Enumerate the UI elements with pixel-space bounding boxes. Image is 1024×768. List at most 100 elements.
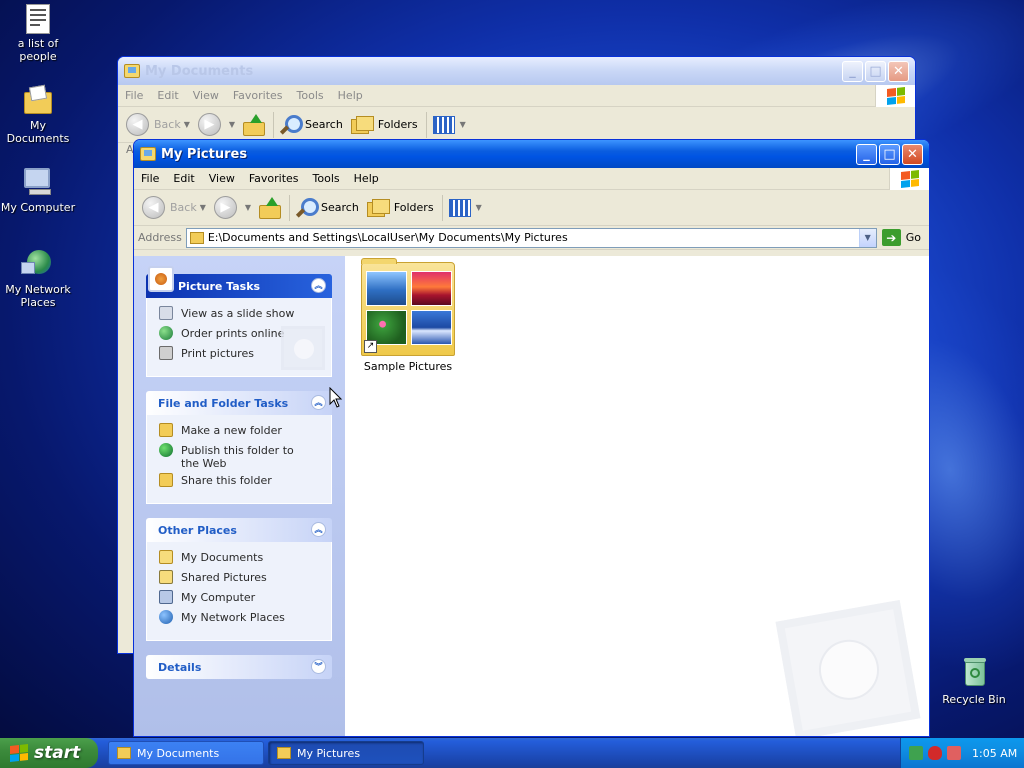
desktop-icon-label: My Computer [0,201,76,214]
up-folder-icon[interactable] [243,113,266,136]
mouse-cursor-icon [329,387,343,408]
menu-edit[interactable]: Edit [150,89,185,102]
picture-tasks-body: View as a slide show Order prints online… [146,298,332,377]
desktop-icon-label: My Network Places [5,283,71,309]
file-list-area[interactable]: ↗ Sample Pictures [345,256,929,736]
search-label: Search [305,118,343,131]
forward-button[interactable]: ▶ ▼ [213,196,251,219]
collapse-chevron-icon[interactable]: ︽ [311,395,326,410]
file-folder-tasks-header[interactable]: File and Folder Tasks ︽ [146,391,332,415]
maximize-button[interactable]: □ [865,60,886,82]
menu-help[interactable]: Help [331,89,370,102]
start-button[interactable]: start [0,738,98,768]
folders-button[interactable]: Folders [350,115,418,134]
folders-label: Folders [393,201,434,214]
picture-tasks-title: Picture Tasks [178,279,261,293]
menu-view[interactable]: View [202,172,242,185]
back-button[interactable]: ◀ Back ▼ [126,113,190,136]
taskbar-item-label: My Documents [137,746,220,760]
up-folder-icon[interactable] [259,196,282,219]
menu-tools[interactable]: Tools [306,172,347,185]
desktop-icon-my-computer[interactable]: My Computer [0,166,76,214]
place-label: Shared Pictures [181,571,267,584]
address-dropdown-button[interactable]: ▼ [858,228,876,247]
desktop-icon-recycle-bin[interactable]: Recycle Bin [936,658,1012,706]
maximize-button[interactable]: □ [879,143,900,165]
folder-item-sample-pictures[interactable]: ↗ Sample Pictures [361,258,455,373]
safely-remove-hardware-icon[interactable] [947,746,961,760]
menu-tools[interactable]: Tools [290,89,331,102]
back-button[interactable]: ◀ Back ▼ [142,196,206,219]
place-label: My Network Places [181,611,285,624]
place-my-documents[interactable]: My Documents [159,550,321,570]
forward-button[interactable]: ▶ ▼ [197,113,235,136]
details-panel: Details ︾ [146,655,332,679]
security-shield-icon[interactable] [928,746,942,760]
desktop-icon-a-list-of-people[interactable]: a list of people [0,4,76,63]
place-my-network-places[interactable]: My Network Places [159,610,321,630]
file-folder-tasks-panel: File and Folder Tasks ︽ Make a new folde… [146,391,332,504]
details-header[interactable]: Details ︾ [146,655,332,679]
task-label: Make a new folder [181,424,282,437]
system-tray: 1:05 AM [900,738,1024,768]
task-view-slide-show[interactable]: View as a slide show [159,306,321,326]
collapse-chevron-icon[interactable]: ︽ [311,522,326,537]
network-connection-icon[interactable] [909,746,923,760]
collapse-chevron-icon[interactable]: ︽ [311,278,326,293]
expand-chevron-icon[interactable]: ︾ [311,659,326,674]
folders-label: Folders [377,118,418,131]
task-publish-folder[interactable]: Publish this folder to the Web [159,443,321,473]
taskbar-item-my-pictures[interactable]: My Pictures [268,741,424,765]
menu-favorites[interactable]: Favorites [242,172,306,185]
folders-button[interactable]: Folders [366,198,434,217]
picture-tasks-header[interactable]: Picture Tasks ︽ [146,266,332,298]
folder-icon [189,231,204,244]
my-pictures-window[interactable]: My Pictures _ □ ✕ File Edit View Favorit… [133,139,930,737]
place-shared-pictures[interactable]: Shared Pictures [159,570,321,590]
task-share-folder[interactable]: Share this folder [159,473,321,493]
close-button[interactable]: ✕ [888,60,909,82]
window-title: My Pictures [161,146,248,162]
clock[interactable]: 1:05 AM [972,747,1017,760]
picture-tasks-icon [148,266,174,292]
menu-favorites[interactable]: Favorites [226,89,290,102]
printer-icon [159,346,173,360]
place-my-computer[interactable]: My Computer [159,590,321,610]
other-places-header[interactable]: Other Places ︽ [146,518,332,542]
recycle-bin-icon [957,658,991,690]
address-input[interactable]: E:\Documents and Settings\LocalUser\My D… [185,227,877,248]
menu-edit[interactable]: Edit [166,172,201,185]
toolbar: ◀ Back ▼ ▶ ▼ Search Folders ▼ [118,107,915,143]
folder-icon [117,747,131,759]
folder-icon [124,64,140,78]
search-button[interactable]: Search [280,114,343,135]
address-value: E:\Documents and Settings\LocalUser\My D… [207,231,568,244]
other-places-panel: Other Places ︽ My Documents Shared Pictu… [146,518,332,641]
menu-view[interactable]: View [186,89,226,102]
titlebar[interactable]: My Documents _ □ ✕ [118,57,915,85]
desktop-icon-my-documents[interactable]: My Documents [0,84,76,145]
window-title: My Documents [145,63,254,79]
go-button[interactable]: ➔ Go [881,229,921,246]
close-button[interactable]: ✕ [902,143,923,165]
views-button[interactable]: ▼ [432,115,466,134]
menu-file[interactable]: File [134,172,166,185]
search-button[interactable]: Search [296,197,359,218]
taskbar-item-my-documents[interactable]: My Documents [108,741,264,765]
minimize-button[interactable]: _ [842,60,863,82]
other-places-body: My Documents Shared Pictures My Computer… [146,542,332,641]
task-make-new-folder[interactable]: Make a new folder [159,423,321,443]
menu-help[interactable]: Help [347,172,386,185]
minimize-button[interactable]: _ [856,143,877,165]
desktop-icon-my-network-places[interactable]: My Network Places [0,248,76,309]
views-button[interactable]: ▼ [448,198,482,217]
shortcut-arrow-icon: ↗ [364,340,377,353]
menu-file[interactable]: File [118,89,150,102]
my-computer-icon [21,166,55,198]
folders-icon [366,198,390,217]
menubar: File Edit View Favorites Tools Help [134,168,929,190]
titlebar[interactable]: My Pictures _ □ ✕ [134,140,929,168]
thumbnail-winter [411,310,452,345]
file-folder-tasks-title: File and Folder Tasks [158,396,289,410]
shared-pictures-icon [159,570,173,584]
